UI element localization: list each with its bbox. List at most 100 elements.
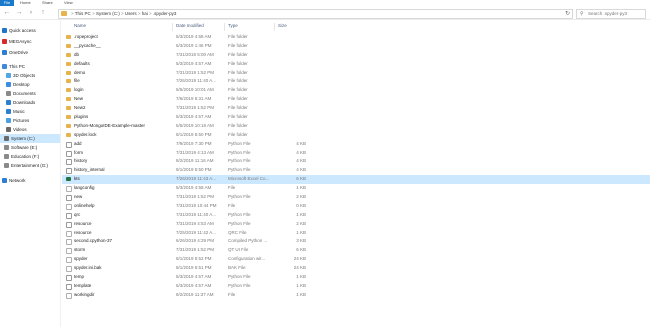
nav-item-desktop[interactable]: Desktop bbox=[0, 80, 60, 89]
file-row[interactable]: resource 7/25/2019 11:42 A... QRC File 1 KB bbox=[62, 229, 650, 238]
file-type: Python File bbox=[228, 211, 251, 217]
back-arrow-icon[interactable]: ← bbox=[2, 8, 12, 18]
nav-item-education-f[interactable]: Education (F:) bbox=[0, 152, 60, 161]
nav-item-pictures[interactable]: Pictures bbox=[0, 116, 60, 125]
nav-item-software-e[interactable]: Software (E:) bbox=[0, 143, 60, 152]
nav-item-music[interactable]: Music bbox=[0, 107, 60, 116]
file-row[interactable]: spyder 8/1/2019 5:52 PM Configuration wit.… bbox=[62, 255, 650, 264]
nav-item-onedrive[interactable]: OneDrive bbox=[0, 48, 60, 57]
nav-item-megasync[interactable]: MEGAsync bbox=[0, 37, 60, 46]
file-name: second.cpython-37 bbox=[74, 238, 113, 244]
nav-item-documents[interactable]: Documents bbox=[0, 89, 60, 98]
breadcrumb-item[interactable]: System (C:) bbox=[96, 11, 120, 16]
file-row[interactable]: Python-MongoIDE-Example-master 5/5/2019 1… bbox=[62, 122, 650, 131]
file-name: resource bbox=[74, 229, 92, 235]
file-date-modified: 5/5/2019 10:01 AM bbox=[176, 87, 214, 93]
nav-item-quick-access[interactable]: Quick access bbox=[0, 26, 60, 35]
file-row[interactable]: .ropeproject 5/3/2019 4:58 AM File folder bbox=[62, 33, 650, 42]
file-name: plugins bbox=[74, 114, 89, 120]
file-row[interactable]: spyder.lock 8/1/2019 5:50 PM File folder bbox=[62, 131, 650, 140]
file-tab[interactable]: File bbox=[0, 0, 14, 6]
file-row[interactable]: resource 7/31/2019 4:53 AM Python File 2 KB bbox=[62, 220, 650, 229]
file-row[interactable]: plugins 5/3/2019 4:57 AM File folder bbox=[62, 113, 650, 122]
file-row[interactable]: langconfig 5/3/2019 4:58 AM File 1 KB bbox=[62, 184, 650, 193]
file-date-modified: 8/1/2019 5:52 PM bbox=[176, 256, 212, 262]
nav-item-system-c[interactable]: System (C:) bbox=[0, 134, 60, 143]
file-name: storm bbox=[74, 247, 86, 253]
file-size: 1 KB bbox=[296, 211, 306, 217]
file-type: File folder bbox=[228, 51, 248, 57]
column-date-modified[interactable]: Date modified bbox=[176, 23, 204, 28]
file-name: .ropeproject bbox=[74, 34, 98, 39]
nav-item-3d-objects[interactable]: 3D Objects bbox=[0, 71, 60, 80]
file-row[interactable]: workingdir 8/2/2019 11:37 AM File 1 KB bbox=[62, 291, 650, 300]
search-input[interactable]: ⚲ Search .spyder-py3 bbox=[576, 9, 646, 19]
file-row[interactable]: defaults 5/3/2019 4:57 AM File folder bbox=[62, 60, 650, 69]
file-type: File folder bbox=[228, 60, 248, 66]
file-name: login bbox=[74, 87, 84, 93]
file-row[interactable]: db 7/31/2019 5:00 AM File folder bbox=[62, 51, 650, 60]
python-file-icon bbox=[66, 195, 72, 202]
column-name[interactable]: Name bbox=[74, 23, 86, 28]
file-row[interactable]: new 7/31/2019 1:52 PM Python File 2 KB bbox=[62, 193, 650, 202]
file-date-modified: 7/31/2019 5:00 AM bbox=[176, 51, 214, 57]
nav-item-entertainment-g[interactable]: Entertainment (G:) bbox=[0, 161, 60, 170]
file-row[interactable]: __pycache__ 5/3/2019 1:46 PM File folder bbox=[62, 42, 650, 51]
column-type[interactable]: Type bbox=[228, 23, 238, 28]
drive-icon bbox=[4, 163, 9, 168]
file-row[interactable]: file 7/26/2019 11:40 A... File folder bbox=[62, 77, 650, 86]
nav-item-videos[interactable]: Videos bbox=[0, 125, 60, 134]
file-row[interactable]: add 7/9/2019 7:30 PM Python File 4 KB bbox=[62, 140, 650, 149]
nav-item-this-pc[interactable]: This PC bbox=[0, 62, 60, 71]
file-size: 24 KB bbox=[293, 265, 306, 271]
file-row[interactable]: form 7/31/2019 4:13 AM Python File 4 KB bbox=[62, 149, 650, 158]
file-row[interactable]: history_internal 8/1/2019 5:50 PM Python F… bbox=[62, 166, 650, 175]
documents-icon bbox=[6, 91, 11, 96]
search-icon: ⚲ bbox=[580, 11, 584, 17]
file-row[interactable]: qrc 7/31/2019 11:40 A... Python File 1 KB bbox=[62, 211, 650, 220]
file-name: spyder.lock bbox=[74, 131, 97, 137]
nav-item-network[interactable]: Network bbox=[0, 176, 60, 185]
cube-icon bbox=[6, 73, 11, 78]
recent-locations-icon[interactable]: ˅ bbox=[26, 8, 36, 18]
file-row[interactable]: history 8/2/2019 11:16 AM Python File 4 KB bbox=[62, 157, 650, 166]
file-row[interactable]: storm 7/31/2019 1:52 PM QT UI File 6 KB bbox=[62, 246, 650, 255]
folder-icon bbox=[66, 43, 71, 48]
file-type: Python File bbox=[228, 194, 251, 200]
tab-home[interactable]: Home bbox=[20, 0, 31, 6]
file-size: 0 KB bbox=[296, 202, 306, 208]
breadcrumb-item[interactable]: Users bbox=[125, 11, 137, 16]
navigation-pane: Quick access MEGAsync OneDrive This PC 3D Ob… bbox=[0, 20, 61, 327]
address-bar[interactable]: > This PC > System (C:) > Users > hai > … bbox=[58, 9, 573, 19]
tab-share[interactable]: Share bbox=[42, 0, 53, 6]
breadcrumb-item[interactable]: .spyder-py3 bbox=[153, 11, 177, 16]
file-row[interactable]: demo 7/31/2019 1:52 PM File folder bbox=[62, 69, 650, 78]
file-type: Python File bbox=[228, 140, 251, 146]
file-row[interactable]: login 5/5/2019 10:01 AM File folder bbox=[62, 86, 650, 95]
file-row[interactable]: second.cpython-37 6/26/2019 4:29 PM Compil… bbox=[62, 237, 650, 246]
videos-icon bbox=[6, 127, 11, 132]
tab-view[interactable]: View bbox=[64, 0, 73, 6]
file-date-modified: 8/1/2019 5:51 PM bbox=[176, 265, 212, 271]
breadcrumb-item[interactable]: This PC bbox=[75, 11, 91, 16]
refresh-icon[interactable]: ↻ bbox=[565, 10, 570, 18]
file-type: Python File bbox=[228, 149, 251, 155]
computer-icon bbox=[2, 64, 7, 69]
file-name: qrc bbox=[74, 211, 81, 217]
file-row[interactable]: New2 7/31/2019 1:52 PM File folder bbox=[62, 104, 650, 113]
file-row[interactable]: kts 7/26/2019 11:43 A... Microsoft Excel C… bbox=[62, 175, 650, 185]
forward-arrow-icon[interactable]: → bbox=[14, 8, 24, 18]
nav-item-downloads[interactable]: Downloads bbox=[0, 98, 60, 107]
file-name: history_internal bbox=[74, 167, 105, 173]
file-row[interactable]: New 7/6/2019 6:31 AM File folder bbox=[62, 95, 650, 104]
column-size[interactable]: Size bbox=[278, 23, 287, 28]
file-size: 4 KB bbox=[296, 140, 306, 146]
file-icon bbox=[66, 257, 72, 264]
file-row[interactable]: onlinehelp 7/31/2019 10:44 PM File 0 KB bbox=[62, 202, 650, 211]
file-row[interactable]: spyder.ini.bak 8/1/2019 5:51 PM BAK File 24… bbox=[62, 264, 650, 273]
file-date-modified: 7/6/2019 6:31 AM bbox=[176, 96, 212, 102]
file-row[interactable]: template 5/3/2019 4:57 AM Python File 1 KB bbox=[62, 282, 650, 291]
up-arrow-icon[interactable]: ↑ bbox=[38, 8, 48, 18]
file-row[interactable]: temp 5/3/2019 4:57 AM Python File 1 KB bbox=[62, 273, 650, 282]
file-size: 1 KB bbox=[296, 291, 306, 297]
